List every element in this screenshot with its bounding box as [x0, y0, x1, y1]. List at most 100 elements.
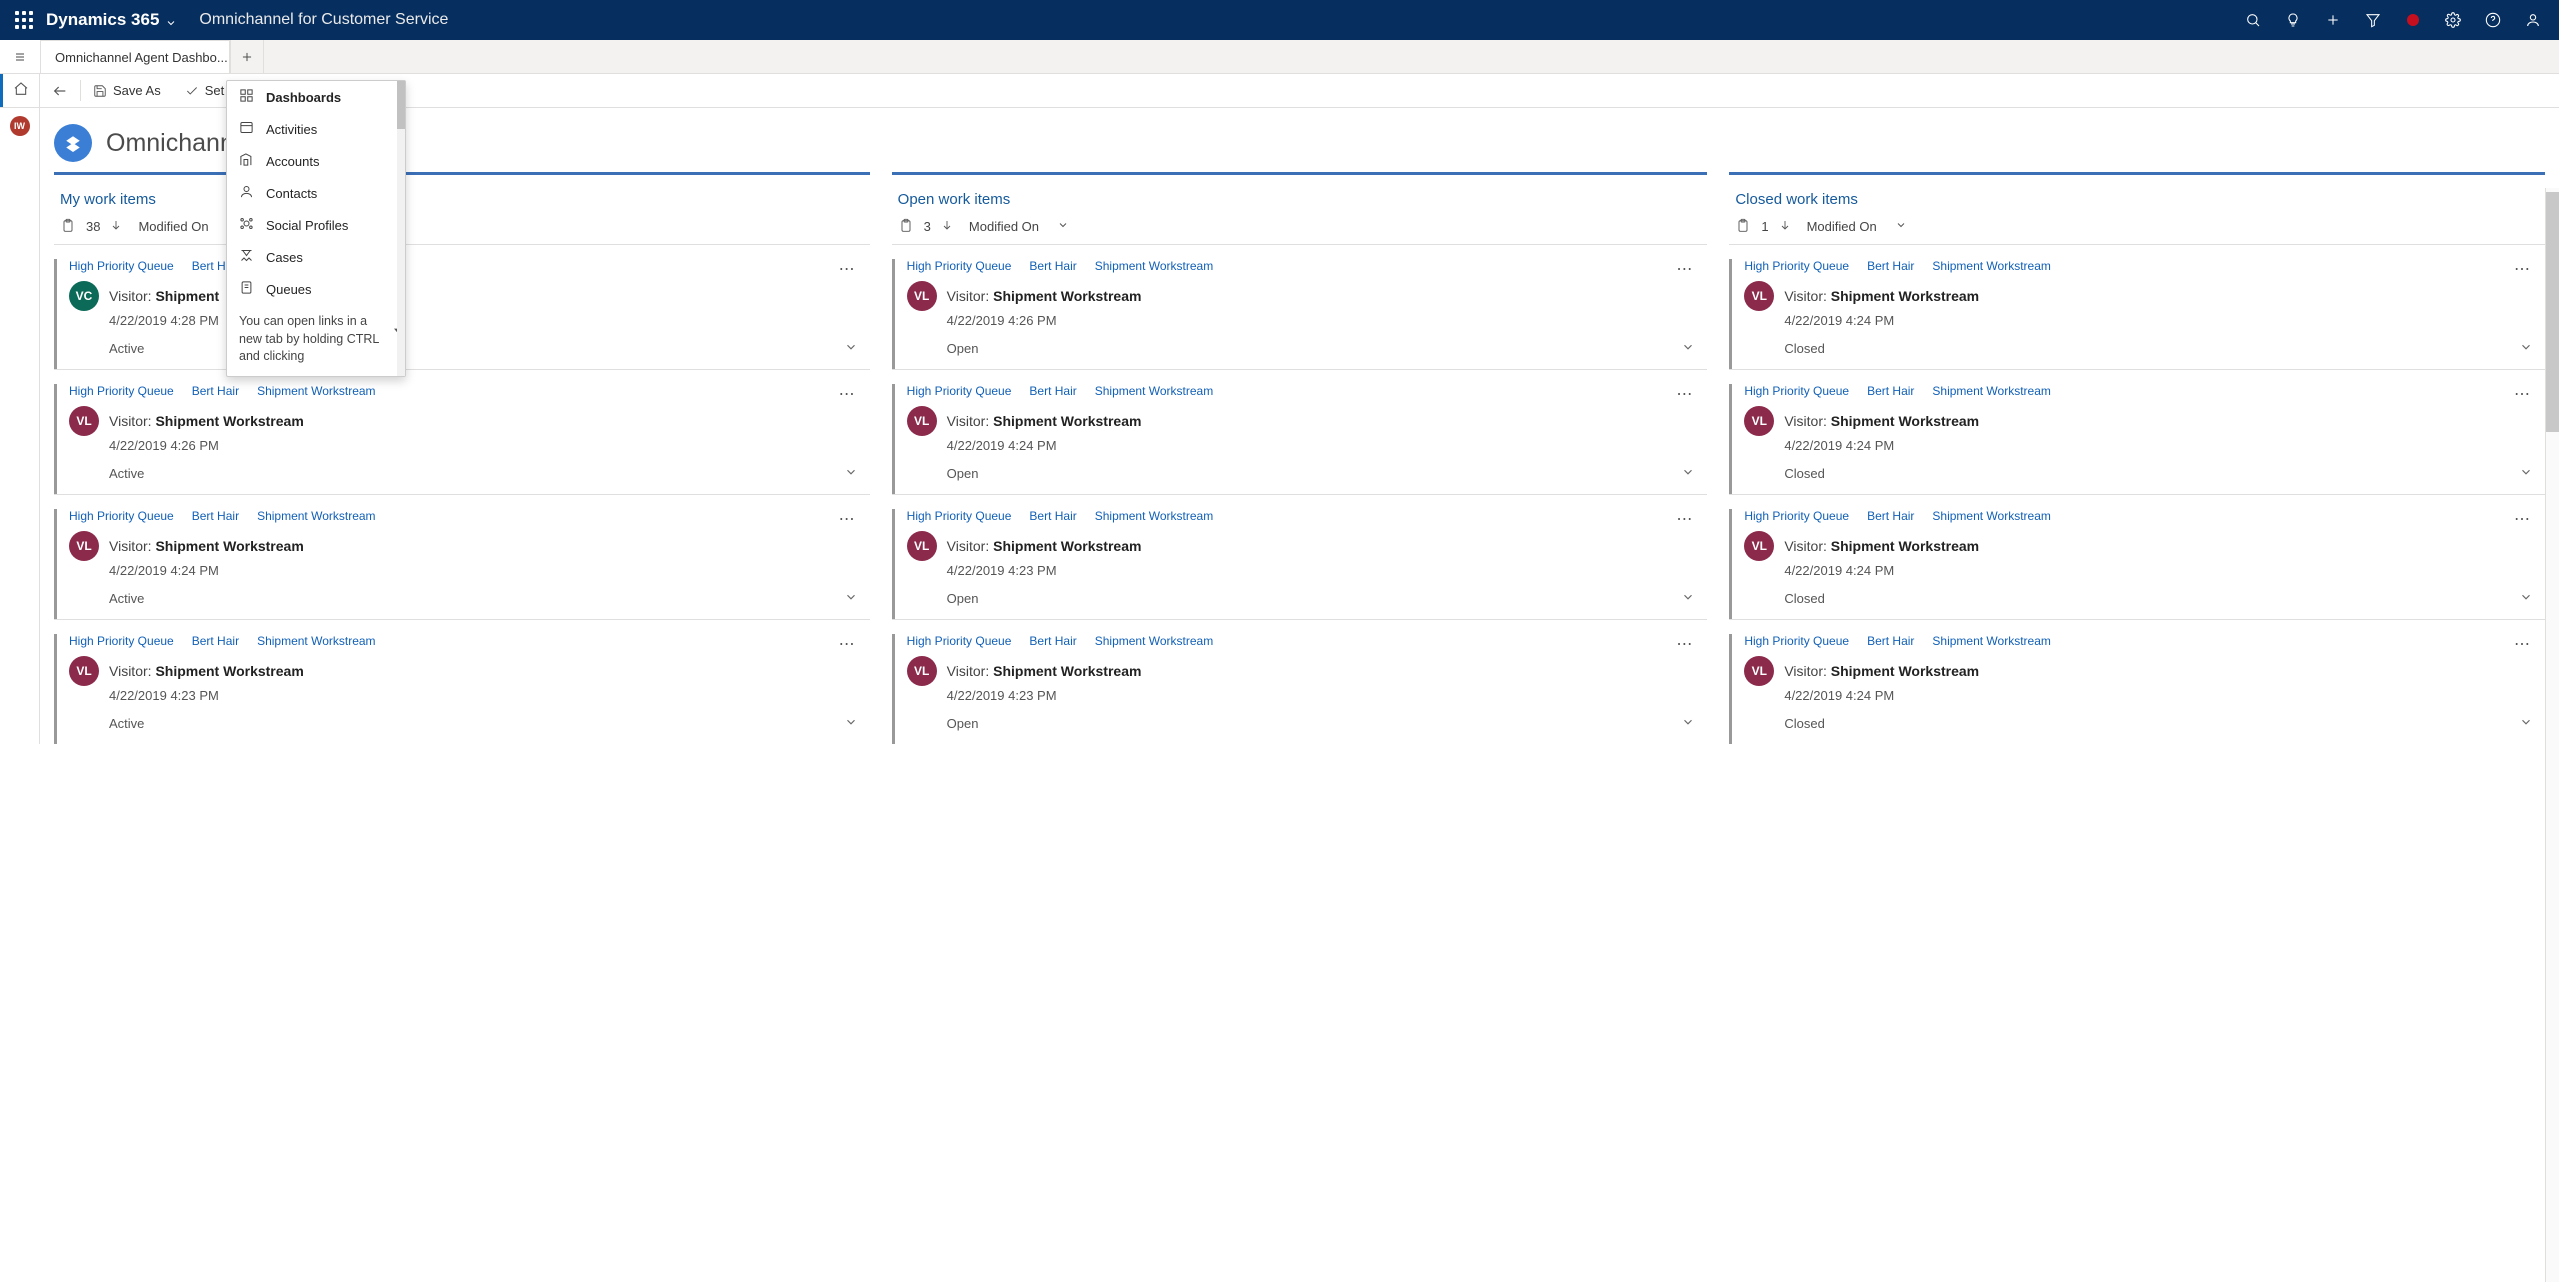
work-item-card[interactable]: High Priority QueueBert Hair⋯VCVisitor: …	[54, 244, 870, 369]
menu-scrollbar-thumb[interactable]	[397, 81, 405, 129]
card-more-button[interactable]: ⋯	[833, 384, 862, 404]
breadcrumb-link[interactable]: High Priority Queue	[1744, 384, 1849, 398]
breadcrumb-link[interactable]: Bert Hair	[1867, 509, 1914, 523]
sort-menu-button[interactable]	[1057, 219, 1069, 234]
breadcrumb-link[interactable]: High Priority Queue	[69, 509, 174, 523]
card-more-button[interactable]: ⋯	[1670, 634, 1699, 654]
card-more-button[interactable]: ⋯	[833, 509, 862, 529]
breadcrumb-link[interactable]: Shipment Workstream	[1095, 384, 1213, 398]
breadcrumb-link[interactable]: Bert Hair	[1867, 384, 1914, 398]
card-more-button[interactable]: ⋯	[1670, 384, 1699, 404]
card-expand-button[interactable]	[1681, 465, 1695, 482]
app-launcher-button[interactable]	[6, 0, 42, 40]
work-item-card[interactable]: High Priority Queue Bert Hair Shipment Wor…	[54, 494, 870, 619]
sort-direction-button[interactable]	[1779, 219, 1791, 234]
home-rail-button[interactable]	[0, 74, 40, 107]
breadcrumb-link[interactable]: High Priority Queue	[1744, 634, 1849, 648]
sort-direction-button[interactable]	[110, 219, 122, 234]
breadcrumb-link[interactable]: Bert Hair	[1867, 259, 1914, 273]
breadcrumb-link[interactable]: High Priority Queue	[1744, 259, 1849, 273]
card-expand-button[interactable]	[1681, 715, 1695, 732]
breadcrumb-link[interactable]: Shipment Workstream	[257, 634, 375, 648]
card-more-button[interactable]: ⋯	[833, 259, 862, 279]
breadcrumb-link[interactable]: Shipment Workstream	[257, 509, 375, 523]
sitemap-toggle-button[interactable]	[0, 40, 40, 73]
advanced-filter-button[interactable]	[2353, 0, 2393, 40]
breadcrumb-link[interactable]: Bert Hair	[192, 634, 239, 648]
menu-item-cases[interactable]: Cases	[227, 241, 405, 273]
menu-item-contacts[interactable]: Contacts	[227, 177, 405, 209]
breadcrumb-link[interactable]: High Priority Queue	[69, 384, 174, 398]
breadcrumb-link[interactable]: Bert Hair	[1029, 634, 1076, 648]
breadcrumb-link[interactable]: Bert Hair	[1867, 634, 1914, 648]
assistant-button[interactable]	[2273, 0, 2313, 40]
breadcrumb-link[interactable]: Bert Hair	[1029, 509, 1076, 523]
menu-item-social-profiles[interactable]: Social Profiles	[227, 209, 405, 241]
breadcrumb-link[interactable]: Shipment Workstream	[1095, 259, 1213, 273]
account-button[interactable]	[2513, 0, 2553, 40]
sort-menu-button[interactable]	[1895, 219, 1907, 234]
recording-indicator[interactable]	[2393, 0, 2433, 40]
breadcrumb-link[interactable]: Shipment Workstream	[1932, 259, 2050, 273]
work-item-card[interactable]: High Priority Queue Bert Hair Shipment Wor…	[54, 619, 870, 744]
menu-item-dashboards[interactable]: Dashboards	[227, 81, 405, 113]
product-switcher[interactable]: Dynamics 365	[42, 10, 185, 30]
breadcrumb-link[interactable]: Bert Hair	[192, 509, 239, 523]
breadcrumb-link[interactable]: High Priority Queue	[907, 634, 1012, 648]
settings-button[interactable]	[2433, 0, 2473, 40]
card-expand-button[interactable]	[2519, 465, 2533, 482]
breadcrumb-link[interactable]: Shipment Workstream	[1095, 634, 1213, 648]
sort-direction-button[interactable]	[941, 219, 953, 234]
work-item-card[interactable]: High Priority Queue Bert Hair Shipment Wor…	[892, 619, 1708, 744]
breadcrumb-link[interactable]: High Priority Queue	[907, 384, 1012, 398]
card-expand-button[interactable]	[1681, 340, 1695, 357]
work-item-card[interactable]: High Priority Queue Bert Hair Shipment Wor…	[54, 369, 870, 494]
breadcrumb-link[interactable]: Shipment Workstream	[1932, 634, 2050, 648]
card-expand-button[interactable]	[844, 340, 858, 357]
card-more-button[interactable]: ⋯	[1670, 259, 1699, 279]
breadcrumb-link[interactable]: Bert Hair	[1029, 384, 1076, 398]
breadcrumb-link[interactable]: Shipment Workstream	[257, 384, 375, 398]
card-more-button[interactable]: ⋯	[1670, 509, 1699, 529]
help-button[interactable]	[2473, 0, 2513, 40]
breadcrumb-link[interactable]: High Priority Queue	[69, 634, 174, 648]
card-expand-button[interactable]	[1681, 590, 1695, 607]
work-item-card[interactable]: High Priority Queue Bert Hair Shipment Wor…	[892, 369, 1708, 494]
card-more-button[interactable]: ⋯	[2508, 259, 2537, 279]
breadcrumb-link[interactable]: High Priority Queue	[1744, 509, 1849, 523]
save-as-button[interactable]: Save As	[81, 74, 173, 107]
breadcrumb-link[interactable]: High Priority Queue	[907, 509, 1012, 523]
work-item-card[interactable]: High Priority Queue Bert Hair Shipment Wor…	[892, 494, 1708, 619]
page-scrollbar-track[interactable]	[2545, 188, 2559, 1282]
breadcrumb-link[interactable]: Shipment Workstream	[1932, 509, 2050, 523]
work-item-card[interactable]: High Priority Queue Bert Hair Shipment Wor…	[1729, 369, 2545, 494]
work-item-card[interactable]: High Priority Queue Bert Hair Shipment Wor…	[1729, 619, 2545, 744]
new-tab-button[interactable]	[230, 40, 264, 73]
card-expand-button[interactable]	[844, 715, 858, 732]
work-item-card[interactable]: High Priority Queue Bert Hair Shipment Wor…	[892, 244, 1708, 369]
card-more-button[interactable]: ⋯	[833, 634, 862, 654]
session-tab[interactable]: Omnichannel Agent Dashbo...	[40, 40, 230, 73]
breadcrumb-link[interactable]: High Priority Queue	[69, 259, 174, 273]
card-expand-button[interactable]	[2519, 590, 2533, 607]
menu-scrollbar-track[interactable]	[397, 81, 405, 376]
work-item-card[interactable]: High Priority Queue Bert Hair Shipment Wor…	[1729, 494, 2545, 619]
breadcrumb-link[interactable]: High Priority Queue	[907, 259, 1012, 273]
quick-create-button[interactable]	[2313, 0, 2353, 40]
work-item-card[interactable]: High Priority Queue Bert Hair Shipment Wor…	[1729, 244, 2545, 369]
card-expand-button[interactable]	[2519, 715, 2533, 732]
breadcrumb-link[interactable]: Bert Hair	[192, 384, 239, 398]
menu-item-activities[interactable]: Activities	[227, 113, 405, 145]
card-expand-button[interactable]	[844, 465, 858, 482]
card-more-button[interactable]: ⋯	[2508, 384, 2537, 404]
nav-back-button[interactable]	[40, 74, 80, 107]
breadcrumb-link[interactable]: Bert Hair	[1029, 259, 1076, 273]
card-more-button[interactable]: ⋯	[2508, 509, 2537, 529]
menu-item-queues[interactable]: Queues	[227, 273, 405, 305]
menu-item-accounts[interactable]: Accounts	[227, 145, 405, 177]
card-more-button[interactable]: ⋯	[2508, 634, 2537, 654]
breadcrumb-link[interactable]: Shipment Workstream	[1932, 384, 2050, 398]
page-scrollbar-thumb[interactable]	[2546, 192, 2559, 432]
breadcrumb-link[interactable]: Shipment Workstream	[1095, 509, 1213, 523]
agent-presence-badge[interactable]: IW	[10, 116, 30, 136]
